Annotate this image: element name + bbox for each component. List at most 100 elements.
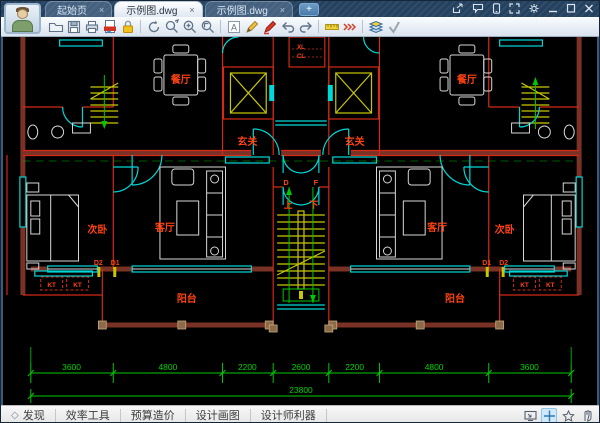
text-icon: A	[226, 19, 242, 35]
label-dining-right: 餐厅	[456, 73, 477, 86]
share-icon[interactable]	[452, 3, 464, 14]
room-labels: 餐厅 餐厅 玄关 玄关 次卧 次卧 客厅 客厅 阳台 阳台 上 下 D F D2…	[47, 45, 554, 305]
favorite-button[interactable]	[560, 408, 576, 423]
avatar-head	[17, 9, 28, 19]
measure-icon	[324, 19, 340, 35]
tab-drawing-1[interactable]: 示例图.dwg ×	[114, 1, 202, 17]
rotate-icon	[146, 19, 162, 35]
dim-2200-right: 2200	[345, 362, 364, 372]
tab-drawing-2[interactable]: 示例图.dwg ×	[205, 1, 293, 17]
label-living-right: 客厅	[426, 221, 447, 234]
label-stair-down: 下	[309, 200, 318, 210]
rotate-view-button[interactable]	[145, 18, 162, 35]
toolbar-separator	[362, 20, 363, 33]
svg-text:A: A	[230, 22, 236, 32]
close-icon[interactable]	[584, 3, 594, 14]
label-bedroom-right: 次卧	[495, 223, 515, 236]
lock-button[interactable]	[119, 18, 136, 35]
marker-annotate-button[interactable]	[261, 18, 278, 35]
statusbar-item-discover[interactable]: ◇ 发现	[1, 409, 56, 422]
window-controls	[452, 3, 594, 14]
statusbar-item-budget-cost[interactable]: 预算造价	[121, 409, 186, 422]
crosshair-icon	[543, 410, 556, 422]
elevator-stairs	[90, 73, 549, 289]
toolbar-separator	[140, 20, 141, 33]
measure-button[interactable]	[323, 18, 340, 35]
save-button[interactable]	[65, 18, 82, 35]
tab-close-icon[interactable]: ×	[280, 5, 285, 15]
text-annotate-button[interactable]: A	[225, 18, 242, 35]
undo-button[interactable]	[279, 18, 296, 35]
statusbar-item-design-drawing[interactable]: 设计画图	[186, 409, 251, 422]
label-ac-4: KT	[546, 282, 555, 289]
statusbar-right-icons	[522, 408, 595, 423]
statusbar-label: 设计画图	[196, 407, 240, 423]
statusbar: ◇ 发现 效率工具 预算造价 设计画图 设计师利器	[1, 405, 599, 423]
hand-tool-button[interactable]	[579, 408, 595, 423]
export-pdf-button[interactable]	[101, 18, 118, 35]
label-riser-cl: CL	[297, 54, 305, 60]
fit-screen-button[interactable]	[522, 408, 538, 423]
elevator-doors	[269, 85, 333, 101]
tab-label: 示例图.dwg	[217, 2, 268, 17]
tab-close-icon[interactable]: ×	[99, 5, 104, 15]
label-bedroom-left: 次卧	[87, 223, 107, 236]
tab-start-page[interactable]: 起始页 ×	[45, 1, 112, 17]
label-entry-left: 玄关	[237, 135, 257, 148]
label-door-d1-left: D1	[111, 260, 120, 267]
pencil-icon	[244, 19, 260, 35]
print-icon	[84, 19, 100, 35]
fit-screen-icon	[524, 410, 537, 422]
zoom-window-icon	[200, 19, 216, 35]
pdf-icon	[102, 19, 118, 35]
feedback-icon[interactable]	[472, 3, 484, 14]
undo-icon	[280, 19, 296, 35]
label-balcony-right: 阳台	[445, 292, 465, 305]
fullscreen-icon[interactable]	[509, 3, 520, 14]
save-icon	[66, 19, 82, 35]
user-avatar[interactable]	[4, 3, 41, 34]
new-tab-button[interactable]: +	[299, 3, 319, 16]
pan-crosshair-button[interactable]	[541, 408, 557, 423]
print-button[interactable]	[83, 18, 100, 35]
label-ac-3: KT	[520, 282, 529, 289]
label-ac-1: KT	[47, 282, 56, 289]
zoom-dynamic-button[interactable]	[163, 18, 180, 35]
dim-total: 23800	[289, 385, 313, 395]
label-ac-2: KT	[73, 282, 82, 289]
statusbar-label: 发现	[23, 407, 45, 423]
tab-bar: 起始页 × 示例图.dwg × 示例图.dwg × +	[45, 1, 319, 17]
label-door-d2-left: D2	[94, 260, 103, 267]
approve-check-button[interactable]	[385, 18, 402, 35]
label-dining-left: 餐厅	[170, 73, 191, 86]
open-button[interactable]	[47, 18, 64, 35]
marker-icon	[262, 19, 278, 35]
lock-icon	[120, 19, 136, 35]
statusbar-item-efficiency-tools[interactable]: 效率工具	[56, 409, 121, 422]
floor-plan-drawing: 3600 4800 2200 2600 2200 4800 3600 23800…	[3, 37, 599, 405]
pencil-annotate-button[interactable]	[243, 18, 260, 35]
star-icon	[562, 410, 575, 422]
drawing-canvas[interactable]: 3600 4800 2200 2600 2200 4800 3600 23800…	[1, 37, 599, 405]
triple-chevron-icon	[342, 19, 358, 35]
statusbar-item-designer-tools[interactable]: 设计师利器	[251, 409, 327, 422]
dim-4800-left: 4800	[159, 362, 178, 372]
label-riser-xl: XL	[297, 45, 305, 51]
label-door-d: D	[283, 178, 289, 187]
more-tools-button[interactable]	[341, 18, 358, 35]
tab-close-icon[interactable]: ×	[189, 5, 194, 15]
dim-4800-right: 4800	[425, 362, 444, 372]
app-window: 起始页 × 示例图.dwg × 示例图.dwg × +	[0, 0, 600, 423]
label-living-left: 客厅	[154, 221, 175, 234]
diamond-icon: ◇	[11, 410, 19, 421]
dim-3600-left: 3600	[62, 362, 81, 372]
settings-icon[interactable]	[528, 3, 540, 14]
layers-button[interactable]	[367, 18, 384, 35]
mobile-icon[interactable]	[492, 3, 501, 14]
zoom-in-button[interactable]	[181, 18, 198, 35]
maximize-icon[interactable]	[566, 3, 576, 14]
redo-button[interactable]	[297, 18, 314, 35]
minimize-icon[interactable]	[548, 3, 558, 14]
zoom-window-button[interactable]	[199, 18, 216, 35]
hand-icon	[581, 410, 594, 422]
